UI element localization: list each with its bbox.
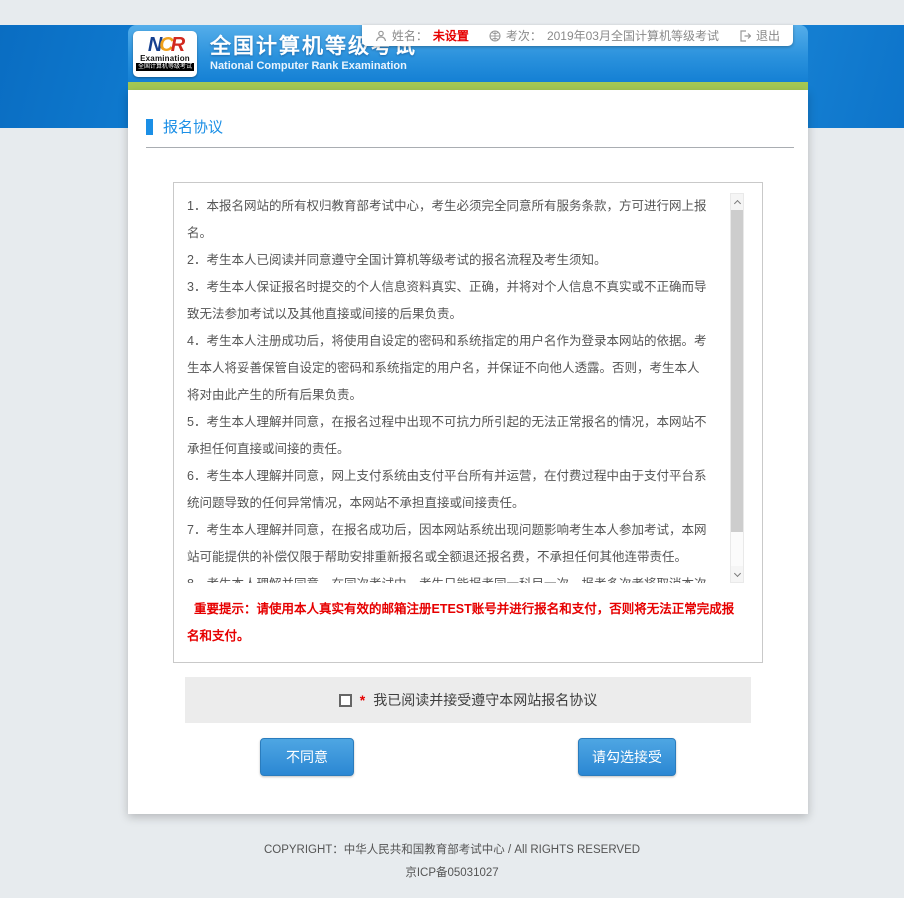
scroll-down-button[interactable]	[731, 566, 743, 582]
logo-examination-text: Examination	[140, 54, 190, 63]
title-marker	[146, 119, 153, 135]
name-label: 姓名：	[392, 27, 428, 44]
agreement-item: 6．考生本人理解并同意，网上支付系统由支付平台所有并运营，在付费过程中由于支付平…	[187, 463, 710, 517]
scrollbar-track[interactable]	[731, 210, 743, 566]
agreement-scroll-area[interactable]: 1．本报名网站的所有权归教育部考试中心，考生必须完全同意所有服务条款，方可进行网…	[187, 193, 744, 583]
footer: COPYRIGHT：中华人民共和国教育部考试中心 / All RIGHTS RE…	[0, 814, 904, 880]
chevron-up-icon	[733, 199, 740, 206]
ncre-logo: NCR Examination 全国计算机等级考试	[133, 31, 197, 77]
accept-button[interactable]: 请勾选接受	[578, 738, 676, 776]
scrollbar-thumb[interactable]	[731, 210, 743, 532]
ncr-logo-letters: NCR	[148, 37, 182, 54]
agreement-item: 3．考生本人保证报名时提交的个人信息资料真实、正确，并将对个人信息不真实或不正确…	[187, 274, 710, 328]
agreement-item: 1．本报名网站的所有权归教育部考试中心，考生必须完全同意所有服务条款，方可进行网…	[187, 193, 710, 247]
logo-caption: 全国计算机等级考试	[136, 63, 194, 71]
title-divider	[146, 147, 794, 148]
green-divider	[128, 82, 808, 90]
session-label: 考次：	[506, 27, 542, 44]
checkbox-label: 我已阅读并接受遵守本网站报名协议	[373, 690, 597, 710]
agreement-item: 2．考生本人已阅读并同意遵守全国计算机等级考试的报名流程及考生须知。	[187, 247, 710, 274]
logout-link[interactable]: 退出	[756, 27, 780, 44]
name-value: 未设置	[433, 27, 469, 44]
agreement-item: 4．考生本人注册成功后，将使用自设定的密码和系统指定的用户名作为登录本网站的依据…	[187, 328, 710, 409]
agreement-item: 7．考生本人理解并同意，在报名成功后，因本网站系统出现问题影响考生本人参加考试，…	[187, 517, 710, 571]
main-card: 报名协议 1．本报名网站的所有权归教育部考试中心，考生必须完全同意所有服务条款，…	[128, 90, 808, 814]
user-info-bar: 姓名： 未设置 考次： 2019年03月全国计算机等级考试 退出	[362, 25, 793, 46]
session-value: 2019年03月全国计算机等级考试	[547, 27, 719, 44]
agreement-item: 5．考生本人理解并同意，在报名过程中出现不可抗力所引起的无法正常报名的情况，本网…	[187, 409, 710, 463]
agreement-box: 1．本报名网站的所有权归教育部考试中心，考生必须完全同意所有服务条款，方可进行网…	[173, 182, 763, 663]
icp-number: 京ICP备05031027	[0, 864, 904, 880]
chevron-down-icon	[733, 569, 740, 576]
site-title-en: National Computer Rank Examination	[210, 59, 417, 73]
required-mark: *	[360, 692, 365, 708]
scrollbar[interactable]	[730, 193, 744, 583]
important-notice: 重要提示：请使用本人真实有效的邮箱注册ETEST账号并进行报名和支付，否则将无法…	[187, 596, 746, 650]
page-title: 报名协议	[163, 116, 223, 137]
agreement-text: 1．本报名网站的所有权归教育部考试中心，考生必须完全同意所有服务条款，方可进行网…	[187, 193, 744, 583]
copyright-text: COPYRIGHT：中华人民共和国教育部考试中心 / All RIGHTS RE…	[0, 841, 904, 857]
accept-bar: * 我已阅读并接受遵守本网站报名协议	[185, 677, 751, 723]
scroll-up-button[interactable]	[731, 194, 743, 210]
agreement-checkbox[interactable]	[339, 694, 352, 707]
globe-icon	[489, 30, 501, 42]
agreement-item: 8．考生本人理解并同意，在同次考试中，考生只能报考同一科目一次，报考多次者将取消…	[187, 571, 710, 583]
person-icon	[375, 30, 387, 42]
disagree-button[interactable]: 不同意	[260, 738, 354, 776]
logout-icon[interactable]	[739, 30, 751, 42]
content-column: NCR Examination 全国计算机等级考试 全国计算机等级考试 Nati…	[128, 25, 808, 814]
